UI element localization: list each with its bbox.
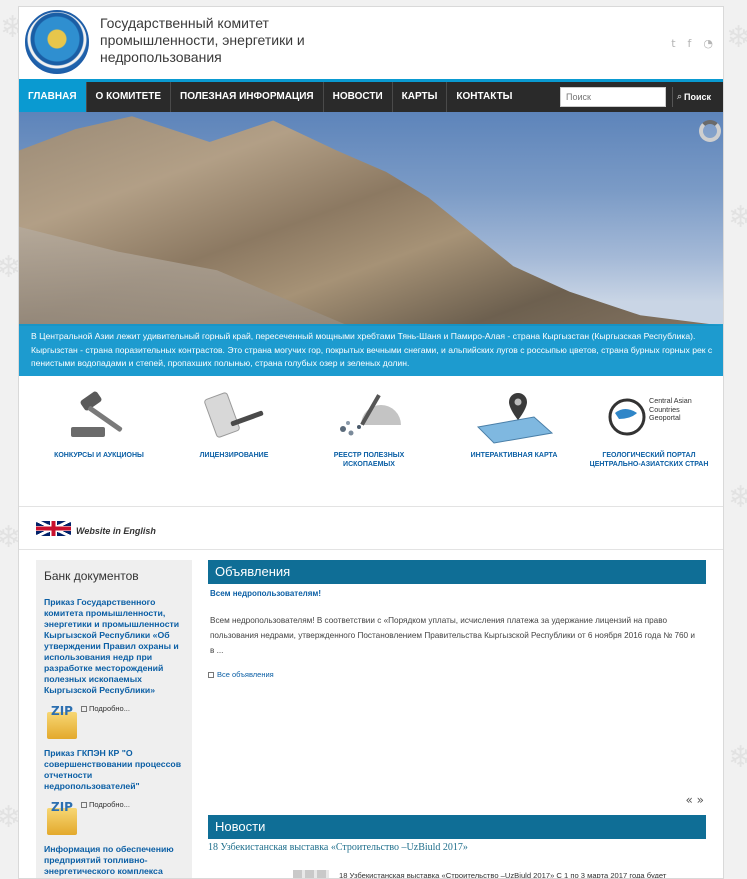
english-version-link[interactable]: Website in English	[76, 526, 156, 536]
document-icon	[81, 705, 87, 712]
document-title[interactable]: Информация по обеспечению предприятий то…	[44, 844, 184, 877]
nav-item-contacts[interactable]: КОНТАКТЫ	[447, 82, 521, 112]
nav-item-home[interactable]: ГЛАВНАЯ	[19, 82, 87, 112]
announcements-pager[interactable]: « »	[686, 793, 705, 807]
page-container: Государственный комитет промышленности, …	[18, 6, 724, 879]
quick-link-label: КОНКУРСЫ И АУКЦИОНЫ	[54, 452, 144, 459]
minerals-icon	[329, 387, 409, 447]
quick-link-label: ИНТЕРАКТИВНАЯ КАРТА	[470, 452, 558, 459]
facebook-icon[interactable]: f	[688, 37, 692, 50]
rss-icon[interactable]: ◔	[703, 37, 713, 50]
zip-file-icon[interactable]: ZIP	[47, 800, 77, 835]
nav-item-useful-info[interactable]: ПОЛЕЗНАЯ ИНФОРМАЦИЯ	[171, 82, 324, 112]
nav-item-news[interactable]: НОВОСТИ	[324, 82, 393, 112]
quick-link-label: ЛИЦЕНЗИРОВАНИЕ	[199, 452, 269, 459]
quick-link-label: ГЕОЛОГИЧЕСКИЙ ПОРТАЛ ЦЕНТРАЛЬНО-АЗИАТСКИ…	[589, 452, 709, 468]
search-button-label: Поиск	[684, 92, 712, 102]
news-item-text: 18 Узбекистанская выставка «Строительств…	[339, 871, 667, 879]
quick-link-tenders[interactable]: КОНКУРСЫ И АУКЦИОНЫ	[49, 387, 149, 460]
main-nav: ГЛАВНАЯ О КОМИТЕТЕ ПОЛЕЗНАЯ ИНФОРМАЦИЯ Н…	[19, 79, 723, 112]
org-name[interactable]: Государственный комитет промышленности, …	[100, 15, 370, 66]
document-item: Информация по обеспечению предприятий то…	[36, 844, 192, 877]
announcement-title[interactable]: Всем недропользователям!	[210, 589, 706, 598]
hero-slider[interactable]: В Центральной Азии лежит удивительный го…	[19, 112, 723, 376]
document-icon	[81, 801, 87, 808]
news-section: Новости 18 Узбекистанская выставка «Стро…	[208, 815, 706, 878]
snowflake-decoration: ❄	[728, 200, 747, 235]
twitter-icon[interactable]: t	[671, 37, 675, 50]
quick-link-licensing[interactable]: ЛИЦЕНЗИРОВАНИЕ	[184, 387, 284, 460]
news-subtitle[interactable]: 18 Узбекистанская выставка «Строительств…	[208, 842, 706, 853]
document-item: Приказ ГКПЭН КР "О совершенствовании про…	[36, 748, 192, 838]
geoportal-logo-text: Central Asian Countries Geoportal	[649, 396, 692, 422]
quick-link-label: РЕЕСТР ПОЛЕЗНЫХ ИСКОПАЕМЫХ	[333, 452, 405, 468]
quick-link-minerals-registry[interactable]: РЕЕСТР ПОЛЕЗНЫХ ИСКОПАЕМЫХ	[319, 387, 419, 469]
document-bank-title: Банк документов	[44, 569, 139, 583]
more-link-label: Подробно...	[89, 704, 130, 713]
document-title[interactable]: Приказ ГКПЭН КР "О совершенствовании про…	[44, 748, 184, 792]
search-button[interactable]: ⌕ Поиск	[672, 87, 711, 107]
news-thumbnail[interactable]	[293, 870, 329, 878]
quick-link-interactive-map[interactable]: ИНТЕРАКТИВНАЯ КАРТА	[459, 387, 569, 460]
snowflake-decoration: ❄	[728, 740, 747, 775]
announcement-body: Всем недропользователям! В соответствии …	[210, 616, 695, 655]
document-icon	[208, 671, 214, 678]
geoportal-logo: Central Asian Countries Geoportal	[599, 387, 699, 447]
document-bank: Банк документов Приказ Государственного …	[36, 560, 192, 878]
search-icon: ⌕	[677, 92, 683, 102]
more-link-label: Подробно...	[89, 800, 130, 809]
gavel-icon	[59, 387, 139, 447]
more-link[interactable]: Подробно...	[81, 704, 130, 713]
scroll-pen-icon	[194, 387, 274, 447]
zip-file-icon[interactable]: ZIP	[47, 704, 77, 739]
nav-item-about[interactable]: О КОМИТЕТЕ	[87, 82, 172, 112]
map-pin-icon	[474, 387, 554, 447]
main-content: Объявления Всем недропользователям! Всем…	[208, 560, 706, 878]
all-announcements-link[interactable]: Все объявления	[208, 670, 706, 679]
english-version-bar: Website in English	[19, 506, 723, 550]
hero-caption: В Центральной Азии лежит удивительный го…	[19, 324, 723, 376]
nav-item-maps[interactable]: КАРТЫ	[393, 82, 448, 112]
document-title[interactable]: Приказ Государственного комитета промышл…	[44, 597, 184, 696]
quick-links: КОНКУРСЫ И АУКЦИОНЫ ЛИЦЕНЗИРОВАНИЕ РЕЕСТ…	[19, 387, 723, 487]
all-announcements-label: Все объявления	[217, 670, 274, 679]
search-input[interactable]	[560, 87, 666, 107]
kyrgyz-emblem-logo[interactable]	[25, 10, 89, 74]
social-links: t f ◔	[671, 37, 713, 50]
quick-link-geoportal[interactable]: Central Asian Countries Geoportal ГЕОЛОГ…	[584, 387, 714, 469]
document-item: Приказ Государственного комитета промышл…	[36, 597, 192, 742]
more-link[interactable]: Подробно...	[81, 800, 130, 809]
snowflake-decoration: ❄	[726, 20, 747, 55]
news-header: Новости	[208, 815, 706, 839]
announcements-header: Объявления	[208, 560, 706, 584]
uk-flag-icon[interactable]	[36, 521, 71, 536]
site-header: Государственный комитет промышленности, …	[19, 7, 723, 79]
snowflake-decoration: ❄	[728, 480, 747, 515]
slider-loading-icon[interactable]	[699, 120, 721, 142]
